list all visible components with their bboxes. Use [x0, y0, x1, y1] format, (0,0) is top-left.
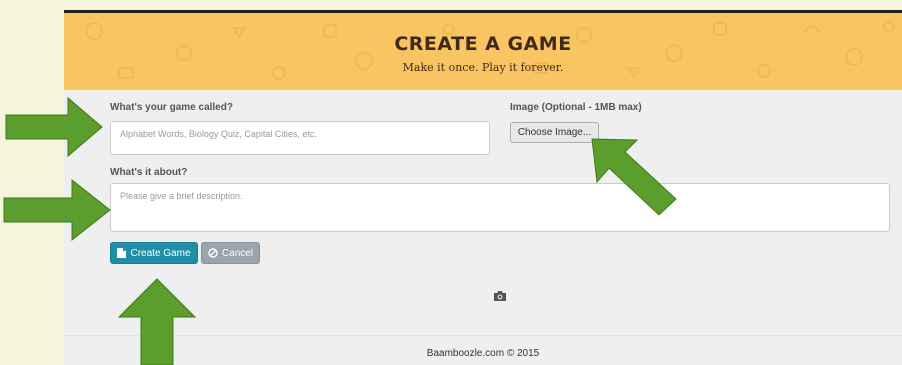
choose-image-button[interactable]: Choose Image...: [510, 122, 599, 143]
cancel-button[interactable]: Cancel: [201, 242, 260, 264]
page-title: CREATE A GAME: [394, 33, 572, 55]
image-label: Image (Optional - 1MB max): [510, 102, 642, 113]
game-name-label: What's your game called?: [110, 102, 233, 113]
camera-icon[interactable]: [493, 290, 507, 302]
description-label: What's it about?: [110, 167, 188, 178]
arrow-icon: [5, 96, 103, 158]
ban-icon: [208, 248, 218, 258]
create-game-label: Create Game: [130, 247, 191, 259]
description-input[interactable]: Please give a brief description.: [110, 183, 890, 232]
arrow-icon: [117, 278, 197, 365]
game-name-input[interactable]: Alphabet Words, Biology Quiz, Capital Ci…: [110, 121, 490, 155]
arrow-icon: [591, 138, 677, 216]
create-game-button[interactable]: Create Game: [110, 242, 198, 264]
page-subtitle: Make it once. Play it forever.: [402, 61, 564, 74]
header-banner: CREATE A GAME Make it once. Play it fore…: [64, 13, 902, 90]
cancel-label: Cancel: [221, 247, 254, 259]
arrow-icon: [3, 178, 111, 242]
document-icon: [117, 248, 127, 258]
